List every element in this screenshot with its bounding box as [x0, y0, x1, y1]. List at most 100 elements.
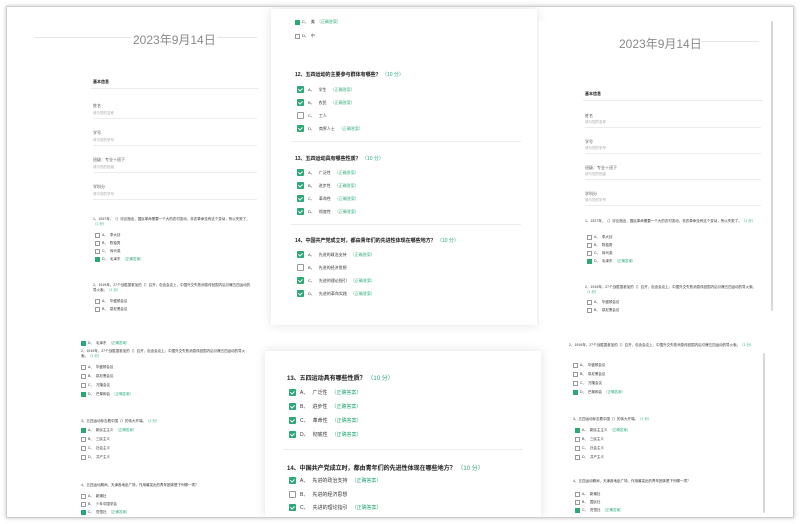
- checkbox-unchecked-icon[interactable]: [575, 437, 580, 442]
- option-c[interactable]: C、 觉悟社 （正确答案）: [575, 508, 624, 513]
- checkbox-checked-icon[interactable]: [297, 169, 304, 176]
- checkbox-checked-icon[interactable]: [81, 341, 86, 346]
- checkbox-unchecked-icon[interactable]: [81, 502, 86, 507]
- checkbox-unchecked-icon[interactable]: [575, 455, 580, 460]
- checkbox-unchecked-icon[interactable]: [81, 494, 86, 499]
- option-d[interactable]: D、 共产主义: [81, 455, 110, 460]
- checkbox-unchecked-icon[interactable]: [587, 235, 592, 240]
- checkbox-checked-icon[interactable]: [587, 259, 592, 264]
- score-field-input[interactable]: 请与您的学号: [93, 192, 114, 197]
- checkbox-unchecked-icon[interactable]: [575, 492, 580, 497]
- checkbox-unchecked-icon[interactable]: [81, 383, 86, 388]
- checkbox-checked-icon[interactable]: [289, 417, 296, 424]
- option-a[interactable]: A、 华盛顿会议: [573, 363, 605, 368]
- option-b[interactable]: B、 国民社: [575, 500, 600, 505]
- option-b[interactable]: B、 三民主义: [575, 437, 604, 442]
- option-b[interactable]: B、 进步性 （正确答案）: [289, 403, 361, 410]
- checkbox-checked-icon[interactable]: [297, 182, 304, 189]
- checkbox-checked-icon[interactable]: [289, 431, 296, 438]
- option-c[interactable]: C、 革命性 （正确答案）: [289, 417, 362, 424]
- option-a[interactable]: A、 华盛顿会议: [587, 300, 619, 305]
- checkbox-unchecked-icon[interactable]: [575, 446, 580, 451]
- checkbox-unchecked-icon[interactable]: [575, 500, 580, 505]
- option-d[interactable]: D、 先进的革命实践 （正确答案）: [297, 290, 375, 297]
- checkbox-unchecked-icon[interactable]: [573, 372, 578, 377]
- scrollbar[interactable]: [771, 21, 773, 311]
- checkbox-checked-icon[interactable]: [289, 389, 296, 396]
- checkbox-unchecked-icon[interactable]: [95, 233, 100, 238]
- option-a[interactable]: A、 李大钊: [95, 233, 120, 238]
- option-b[interactable]: B、 先进的经济思想: [289, 491, 347, 498]
- option-d[interactable]: D、 巴黎和会 （正确答案）: [573, 390, 625, 395]
- scrollbar[interactable]: [763, 353, 765, 513]
- option-d[interactable]: D、 毛泽东 （正确答案）: [95, 257, 144, 262]
- option-c[interactable]: C、 恽代英: [95, 249, 121, 254]
- option-c[interactable]: C、 革命性 （正确答案）: [297, 195, 359, 202]
- class-field-input[interactable]: 请与您的班级: [585, 172, 606, 177]
- checkbox-checked-icon[interactable]: [573, 390, 578, 395]
- checkbox-unchecked-icon[interactable]: [587, 251, 592, 256]
- checkbox-unchecked-icon[interactable]: [95, 299, 100, 304]
- class-field-input[interactable]: 请与您的班级: [93, 165, 114, 170]
- checkbox-checked-icon[interactable]: [297, 290, 304, 297]
- option-a[interactable]: A、 新民主主义 （正确答案）: [575, 428, 630, 433]
- option-c[interactable]: C、 恽代英: [587, 251, 613, 256]
- option-d[interactable]: D、 巴黎和会 （正确答案）: [81, 392, 133, 397]
- checkbox-unchecked-icon[interactable]: [81, 374, 86, 379]
- option-a[interactable]: A、 华盛顿会议: [81, 365, 113, 370]
- checkbox-checked-icon[interactable]: [297, 208, 304, 215]
- checkbox-checked-icon[interactable]: [575, 428, 580, 433]
- checkbox-unchecked-icon[interactable]: [573, 381, 578, 386]
- option-b[interactable]: B、 慕尼黑会议: [587, 308, 619, 313]
- option-d[interactable]: D、 彻底性 （正确答案）: [289, 431, 362, 438]
- checkbox-unchecked-icon[interactable]: [81, 437, 86, 442]
- option-a[interactable]: A、 李大钊: [587, 235, 612, 240]
- checkbox-checked-icon[interactable]: [297, 125, 304, 132]
- name-field-input[interactable]: 请与您的名称: [585, 120, 606, 125]
- option-a[interactable]: A、 学生 （正确答案）: [297, 86, 355, 93]
- checkbox-checked-icon[interactable]: [297, 86, 304, 93]
- checkbox-checked-icon[interactable]: [295, 19, 300, 25]
- option-c[interactable]: C、 先进的理论指引 （正确答案）: [289, 504, 382, 511]
- option-a[interactable]: A、 先进的政治支持 （正确答案）: [297, 251, 375, 258]
- option-b[interactable]: B、 慕尼黑会议: [573, 372, 605, 377]
- option-c[interactable]: C、美（正确答案）: [295, 19, 341, 25]
- student-id-field-input[interactable]: 请与您的学号: [585, 146, 606, 151]
- checkbox-unchecked-icon[interactable]: [81, 446, 86, 451]
- option-b[interactable]: B、 少年中国学会: [81, 502, 117, 507]
- option-b[interactable]: B、 慕尼黑会议: [81, 374, 113, 379]
- option-d[interactable]: D、 毛泽东 （正确答案）: [81, 341, 130, 346]
- checkbox-unchecked-icon[interactable]: [297, 112, 304, 119]
- option-a[interactable]: A、 新民主主义 （正确答案）: [81, 428, 136, 433]
- option-a[interactable]: A、 广泛性 （正确答案）: [297, 169, 359, 176]
- checkbox-checked-icon[interactable]: [289, 403, 296, 410]
- checkbox-unchecked-icon[interactable]: [81, 365, 86, 370]
- option-a[interactable]: A、 新潮社: [81, 494, 106, 499]
- checkbox-checked-icon[interactable]: [81, 392, 86, 397]
- option-c[interactable]: C、 社会主义: [81, 446, 110, 451]
- option-d[interactable]: D、 彻底性 （正确答案）: [297, 208, 359, 215]
- student-id-field-input[interactable]: 请与您的学号: [93, 138, 114, 143]
- checkbox-unchecked-icon[interactable]: [95, 249, 100, 254]
- option-b[interactable]: B、 农民 （正确答案）: [297, 99, 355, 106]
- checkbox-unchecked-icon[interactable]: [587, 243, 592, 248]
- checkbox-unchecked-icon[interactable]: [587, 300, 592, 305]
- checkbox-checked-icon[interactable]: [95, 257, 100, 262]
- option-b[interactable]: B、 先进的经济思想: [297, 264, 347, 271]
- option-b[interactable]: B、 陈独秀: [587, 243, 612, 248]
- option-b[interactable]: B、 进步性 （正确答案）: [297, 182, 359, 189]
- option-a[interactable]: A、 新潮社: [575, 492, 600, 497]
- option-d[interactable]: D、中: [295, 33, 315, 39]
- option-b[interactable]: B、 三民主义: [81, 437, 110, 442]
- option-b[interactable]: B、 慕尼黑会议: [95, 307, 127, 312]
- score-field-input[interactable]: 请与您的学号: [585, 198, 606, 203]
- option-c[interactable]: C、 万隆会议: [573, 381, 602, 386]
- option-c[interactable]: C、 工人: [297, 112, 327, 119]
- checkbox-checked-icon[interactable]: [575, 508, 580, 513]
- option-c[interactable]: C、 觉悟社 （正确答案）: [81, 510, 130, 515]
- name-field-input[interactable]: 请与您的名称: [93, 111, 114, 116]
- checkbox-unchecked-icon[interactable]: [573, 363, 578, 368]
- option-c[interactable]: C、 万隆会议: [81, 383, 110, 388]
- checkbox-unchecked-icon[interactable]: [81, 455, 86, 460]
- option-d[interactable]: D、 商界人士 （正确答案）: [297, 125, 363, 132]
